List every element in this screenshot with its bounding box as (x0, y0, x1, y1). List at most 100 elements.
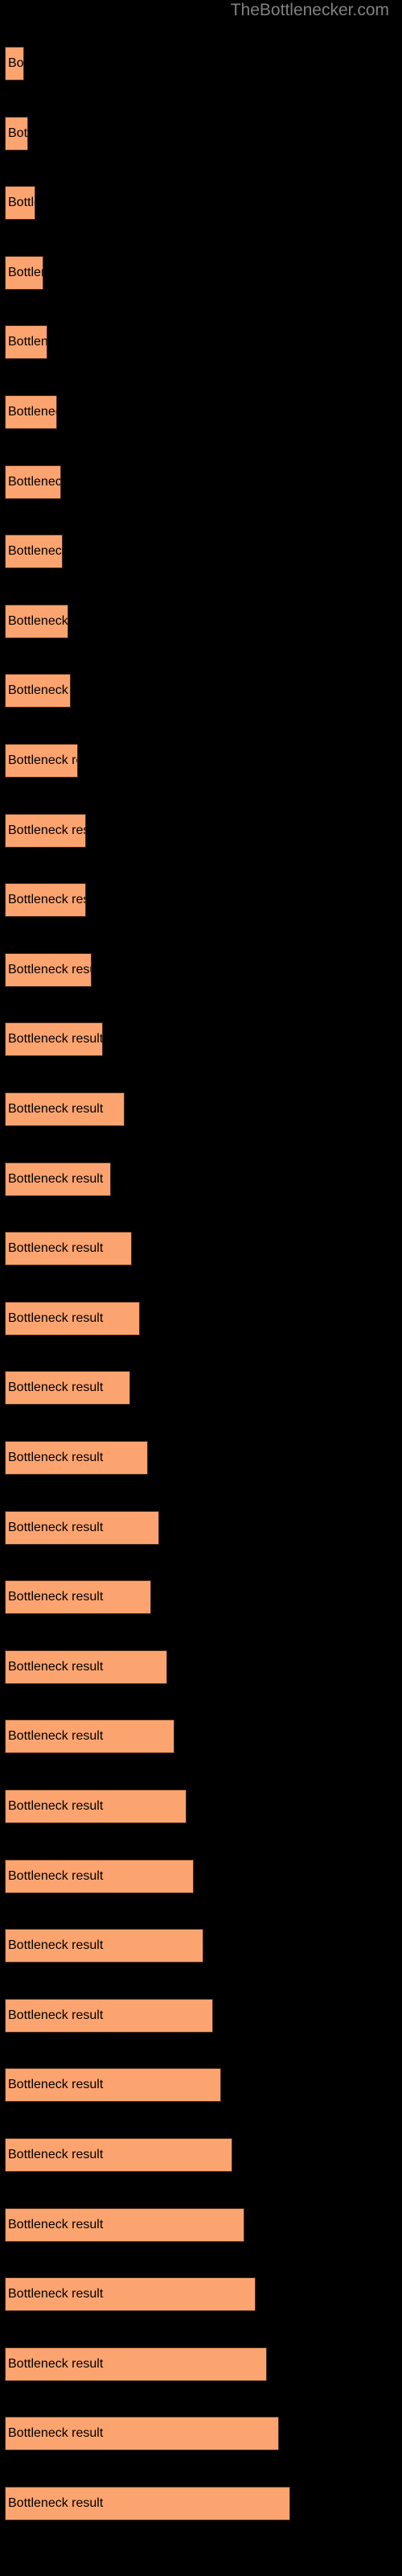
bar-label: Bottleneck result (8, 2218, 104, 2231)
bar-label-clip: Bottleneck result (6, 326, 47, 358)
bar-8: Bottleneck result (5, 535, 63, 568)
bar-28: Bottleneck result (5, 1929, 203, 1963)
bar-label: Bottleneck result (8, 405, 56, 419)
bar-7: Bottleneck result (5, 465, 61, 499)
bar-label-clip: Bottleneck result (6, 884, 85, 916)
bar-9: Bottleneck result (5, 605, 68, 638)
bar-11: Bottleneck result (5, 744, 78, 778)
bar-label: Bottleneck result (8, 2008, 104, 2022)
bars-layer: Bottleneck result Bottleneck result Bottle… (0, 0, 402, 2576)
bar-2: Bottleneck result (5, 117, 28, 151)
bar-label: Bottleneck result (8, 1660, 104, 1674)
bar-label-clip: Bottleneck result (6, 1930, 203, 1962)
bar-3: Bottleneck result (5, 186, 35, 220)
bar-label: Bottleneck result (8, 1799, 104, 1813)
bar-12: Bottleneck result (5, 814, 86, 848)
bar-5: Bottleneck result (5, 325, 47, 359)
bar-23: Bottleneck result (5, 1580, 151, 1614)
bar-label-clip: Bottleneck result (6, 535, 62, 568)
bar-label: Bottleneck result (8, 475, 60, 489)
bar-30: Bottleneck result (5, 2068, 221, 2102)
bar-16: Bottleneck result (5, 1092, 125, 1126)
bar-label-clip: Bottleneck result (6, 1302, 139, 1335)
bar-36: Bottleneck result (5, 2487, 290, 2520)
bar-label-clip: Bottleneck result (6, 954, 91, 986)
bar-label-clip: Bottleneck result (6, 1163, 110, 1195)
bar-label: Bottleneck result (8, 2426, 104, 2440)
bar-label-clip: Bottleneck result (6, 2209, 244, 2241)
bar-17: Bottleneck result (5, 1162, 111, 1196)
bar-label: Bottleneck result (8, 126, 27, 140)
bar-34: Bottleneck result (5, 2347, 267, 2381)
bar-label: Bottleneck result (8, 1729, 104, 1743)
bar-label: Bottleneck result (8, 2078, 104, 2091)
bar-24: Bottleneck result (5, 1650, 167, 1684)
bar-18: Bottleneck result (5, 1232, 132, 1265)
bar-22: Bottleneck result (5, 1511, 159, 1545)
bar-label: Bottleneck result (8, 56, 23, 70)
bar-13: Bottleneck result (5, 883, 86, 917)
bar-label: Bottleneck result (8, 1521, 104, 1534)
bar-20: Bottleneck result (5, 1371, 130, 1405)
bar-label: Bottleneck result (8, 683, 70, 697)
bar-label: Bottleneck result (8, 2496, 104, 2510)
bar-label: Bottleneck result (8, 963, 91, 976)
bar-label-clip: Bottleneck result (6, 1023, 102, 1055)
bar-label: Bottleneck result (8, 1451, 104, 1464)
bar-label-clip: Bottleneck result (6, 47, 23, 80)
bar-1: Bottleneck result (5, 47, 24, 80)
bar-label-clip: Bottleneck result (6, 1512, 158, 1544)
bar-label: Bottleneck result (8, 335, 47, 349)
bar-label: Bottleneck result (8, 1032, 102, 1046)
bar-14: Bottleneck result (5, 953, 92, 987)
bar-label-clip: Bottleneck result (6, 1093, 124, 1125)
bar-31: Bottleneck result (5, 2138, 232, 2172)
bar-label-clip: Bottleneck result (6, 257, 43, 289)
bar-29: Bottleneck result (5, 1999, 213, 2033)
bar-10: Bottleneck result (5, 674, 71, 708)
bottleneck-bar-chart: TheBottlenecker.com Bottleneck resultBot… (0, 0, 402, 2576)
bar-label: Bottleneck result (8, 1590, 104, 1604)
bar-label: Bottleneck result (8, 1381, 104, 1394)
bar-label: Bottleneck result (8, 196, 35, 209)
bar-label-clip: Bottleneck result (6, 1232, 131, 1265)
bar-label-clip: Bottleneck result (6, 1790, 186, 1823)
bar-label-clip: Bottleneck result (6, 745, 77, 777)
bar-label-clip: Bottleneck result (6, 1860, 193, 1893)
bar-label: Bottleneck result (8, 824, 85, 837)
bar-label: Bottleneck result (8, 1102, 104, 1116)
bar-32: Bottleneck result (5, 2208, 244, 2242)
bar-label: Bottleneck result (8, 1938, 104, 1952)
bar-label-clip: Bottleneck result (6, 1442, 147, 1474)
bar-19: Bottleneck result (5, 1302, 140, 1335)
bar-25: Bottleneck result (5, 1719, 174, 1753)
bar-label-clip: Bottleneck result (6, 2069, 220, 2101)
bar-label-clip: Bottleneck result (6, 2417, 278, 2450)
bar-15: Bottleneck result (5, 1022, 103, 1056)
bar-label-clip: Bottleneck result (6, 2278, 255, 2310)
bar-label: Bottleneck result (8, 544, 62, 558)
bar-label: Bottleneck result (8, 893, 85, 906)
bar-label: Bottleneck result (8, 1241, 104, 1255)
bar-label: Bottleneck result (8, 1869, 104, 1883)
bar-label: Bottleneck result (8, 2287, 104, 2301)
bar-4: Bottleneck result (5, 256, 43, 290)
bar-label: Bottleneck result (8, 614, 68, 628)
bar-label-clip: Bottleneck result (6, 466, 60, 498)
bar-35: Bottleneck result (5, 2417, 279, 2450)
bar-6: Bottleneck result (5, 395, 57, 429)
bar-label-clip: Bottleneck result (6, 2348, 266, 2380)
bar-label: Bottleneck result (8, 1172, 104, 1186)
bar-label-clip: Bottleneck result (6, 1720, 174, 1752)
bar-27: Bottleneck result (5, 1860, 194, 1893)
bar-label-clip: Bottleneck result (6, 815, 85, 847)
bar-33: Bottleneck result (5, 2277, 256, 2311)
bar-label-clip: Bottleneck result (6, 1651, 166, 1683)
bar-label-clip: Bottleneck result (6, 118, 27, 150)
bar-label: Bottleneck result (8, 2357, 104, 2371)
bar-label-clip: Bottleneck result (6, 2487, 289, 2520)
bar-label-clip: Bottleneck result (6, 1372, 129, 1404)
bar-label-clip: Bottleneck result (6, 187, 35, 219)
bar-label-clip: Bottleneck result (6, 1581, 150, 1613)
bar-label-clip: Bottleneck result (6, 2000, 212, 2032)
